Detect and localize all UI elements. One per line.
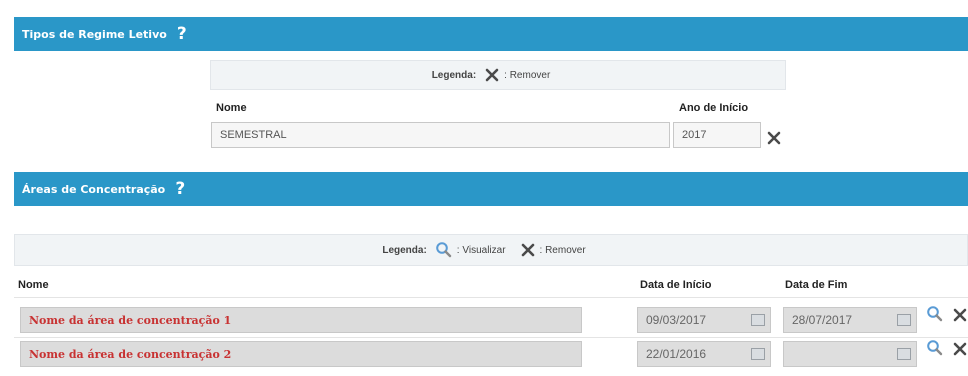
legend-remove-text: : Remover — [539, 244, 586, 256]
legend-bar: Legenda: : Remover — [210, 60, 786, 90]
view-icon — [435, 242, 451, 258]
calendar-icon[interactable] — [751, 314, 765, 326]
calendar-icon[interactable] — [751, 348, 765, 360]
view-icon[interactable] — [926, 305, 944, 323]
area-name-field[interactable]: Nome da área de concentração 1 — [20, 307, 582, 333]
section-header-regime: Tipos de Regime Letivo ? — [14, 17, 968, 51]
col-header-name: Nome — [18, 279, 49, 291]
legend-remove-text: : Remover — [504, 69, 551, 81]
calendar-icon[interactable] — [897, 348, 911, 360]
view-icon[interactable] — [926, 339, 944, 357]
remove-icon[interactable] — [766, 130, 782, 146]
divider — [14, 297, 968, 298]
section-header-areas: Áreas de Concentração ? — [14, 172, 968, 206]
col-header-year: Ano de Início — [679, 102, 749, 114]
col-header-start: Data de Início — [640, 279, 712, 291]
divider — [14, 337, 968, 338]
remove-icon — [485, 68, 499, 82]
calendar-icon[interactable] — [897, 314, 911, 326]
section-title: Tipos de Regime Letivo — [22, 27, 167, 41]
regime-year-field[interactable]: 2017 — [673, 122, 761, 148]
legend-view-text: : Visualizar — [456, 244, 506, 256]
regime-name-field[interactable]: SEMESTRAL — [211, 122, 670, 148]
col-header-end: Data de Fim — [785, 279, 848, 291]
remove-icon[interactable] — [952, 307, 968, 323]
section-title: Áreas de Concentração — [22, 182, 166, 196]
remove-icon — [521, 243, 534, 257]
help-icon[interactable]: ? — [173, 24, 191, 44]
legend-label: Legenda: — [382, 244, 427, 256]
legend-bar: Legenda: : Visualizar : Remover — [14, 234, 968, 266]
remove-icon[interactable] — [952, 341, 968, 357]
col-header-name: Nome — [216, 102, 247, 114]
area-name-field[interactable]: Nome da área de concentração 2 — [20, 341, 582, 367]
legend-label: Legenda: — [431, 69, 477, 81]
help-icon[interactable]: ? — [171, 179, 189, 199]
